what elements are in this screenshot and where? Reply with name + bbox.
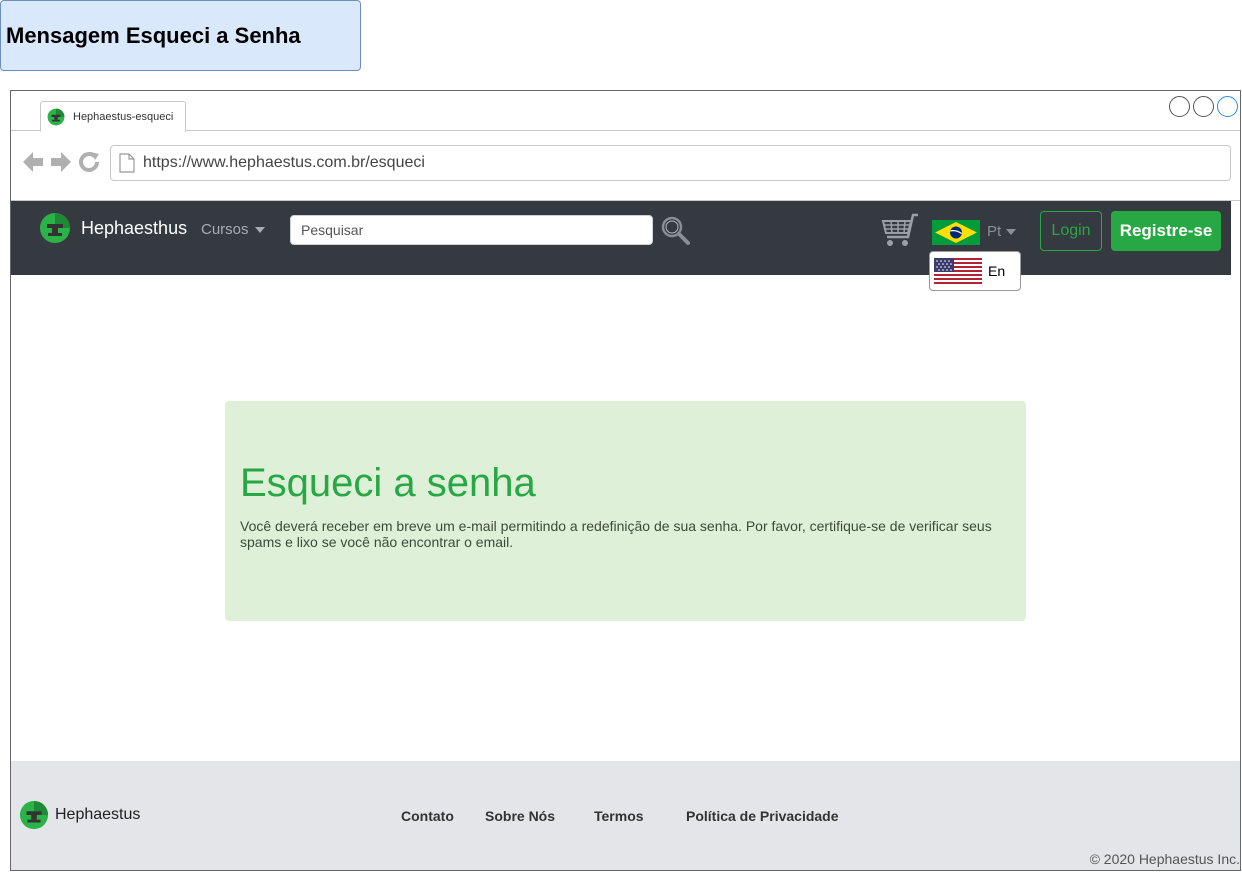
message-text: Você deverá receber em breve um e-mail p… — [240, 518, 992, 550]
window-controls — [1169, 96, 1238, 117]
minimize-button[interactable] — [1169, 96, 1190, 117]
search-icon[interactable] — [660, 215, 690, 245]
tab-title: Hephaestus-esqueci — [73, 110, 174, 123]
cart-icon[interactable] — [881, 213, 919, 249]
caret-down-icon — [254, 226, 265, 233]
navbar-brand[interactable]: Hephaesthus — [39, 212, 187, 244]
address-bar[interactable]: https://www.hephaestus.com.br/esqueci — [110, 145, 1231, 181]
usa-flag-icon — [934, 258, 982, 284]
brazil-flag-icon[interactable] — [932, 220, 980, 245]
footer-brand-name: Hephaestus — [55, 806, 141, 823]
login-button[interactable]: Login — [1040, 211, 1102, 251]
nav-buttons — [21, 150, 101, 174]
copyright-text: © 2020 Hephaestus Inc. — [1089, 851, 1240, 867]
footer-link-termos[interactable]: Termos — [594, 808, 644, 824]
close-button[interactable] — [1217, 96, 1238, 117]
courses-label: Cursos — [201, 221, 249, 238]
logo-icon — [47, 108, 65, 125]
message-title: Esqueci a senha — [240, 461, 536, 505]
browser-nav-row: https://www.hephaestus.com.br/esqueci — [11, 131, 1240, 201]
brand-name: Hephaesthus — [81, 217, 188, 238]
back-arrow-icon[interactable] — [21, 150, 45, 174]
tab-strip: Hephaestus-esqueci — [11, 91, 1240, 132]
footer-link-sobre-nos[interactable]: Sobre Nós — [485, 808, 555, 824]
browser-tab[interactable]: Hephaestus-esqueci — [40, 101, 186, 132]
page-label: Mensagem Esqueci a Senha — [0, 0, 361, 71]
register-button[interactable]: Registre-se — [1111, 211, 1221, 251]
footer-link-privacidade[interactable]: Política de Privacidade — [686, 808, 839, 824]
language-option-label: En — [988, 263, 1006, 279]
language-dropdown-option-en[interactable]: En — [929, 251, 1021, 291]
courses-menu[interactable]: Cursos — [201, 221, 265, 238]
logo-icon — [40, 213, 70, 243]
site-footer: Hephaestus Contato Sobre Nós Termos Polí… — [11, 761, 1240, 870]
logo-icon — [19, 800, 49, 830]
maximize-button[interactable] — [1193, 96, 1214, 117]
language-label: Pt — [987, 223, 1002, 240]
language-selector[interactable]: Pt — [987, 223, 1017, 240]
footer-brand[interactable]: Hephaestus — [19, 800, 140, 830]
search-input[interactable] — [290, 215, 653, 245]
site-navbar: Hephaesthus Cursos Pesquisar Pt Login Re… — [11, 201, 1231, 275]
footer-link-contato[interactable]: Contato — [401, 808, 454, 824]
forward-arrow-icon[interactable] — [49, 150, 73, 174]
url-text: https://www.hephaestus.com.br/esqueci — [143, 154, 425, 171]
browser-window: Hephaestus-esqueci https://www.hephaestu… — [10, 90, 1241, 871]
success-message-box: Esqueci a senha Você deverá receber em b… — [225, 401, 1026, 621]
page-icon — [119, 153, 135, 173]
reload-icon[interactable] — [77, 150, 101, 174]
caret-down-icon — [1006, 228, 1017, 235]
